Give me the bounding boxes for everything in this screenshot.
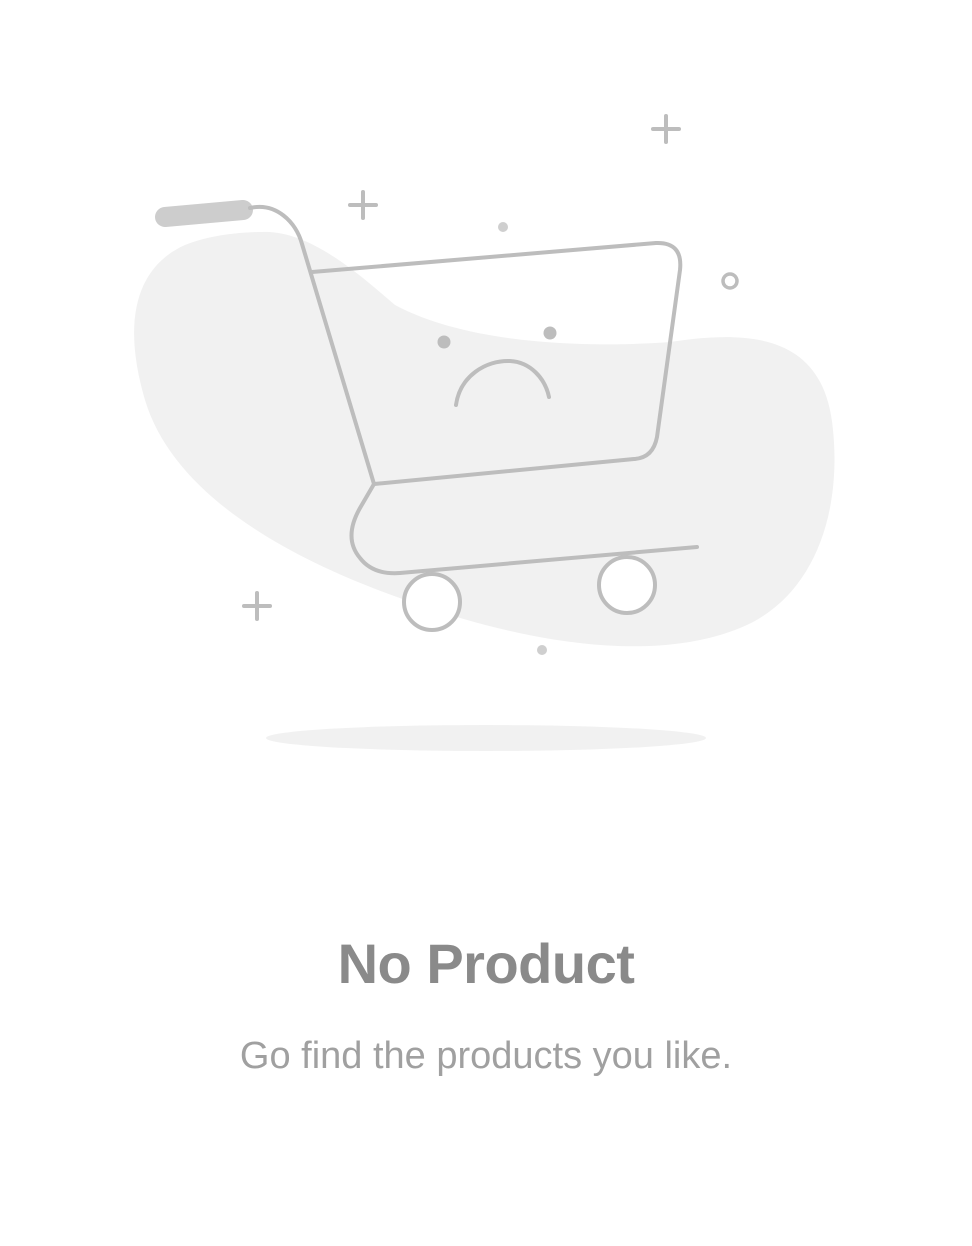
cart-handle-grip: [155, 200, 253, 227]
sparkle-ring-icon: [721, 272, 739, 290]
cart-wheel: [402, 572, 462, 632]
ground-shadow: [266, 725, 706, 751]
sparkle-plus-icon: [242, 591, 272, 621]
empty-state-subtitle: Go find the products you like.: [239, 1035, 733, 1077]
sparkle-plus-icon: [348, 190, 378, 220]
sparkle-plus-icon: [651, 114, 681, 144]
cart-wheel: [597, 555, 657, 615]
empty-cart-illustration: [134, 114, 835, 751]
sparkle-dot-icon: [537, 645, 547, 655]
empty-state-title: No Product: [337, 932, 635, 995]
empty-state: No Product Go find the products you like…: [0, 0, 972, 1246]
background-blob: [134, 231, 835, 647]
sparkle-dot-icon: [498, 222, 508, 232]
